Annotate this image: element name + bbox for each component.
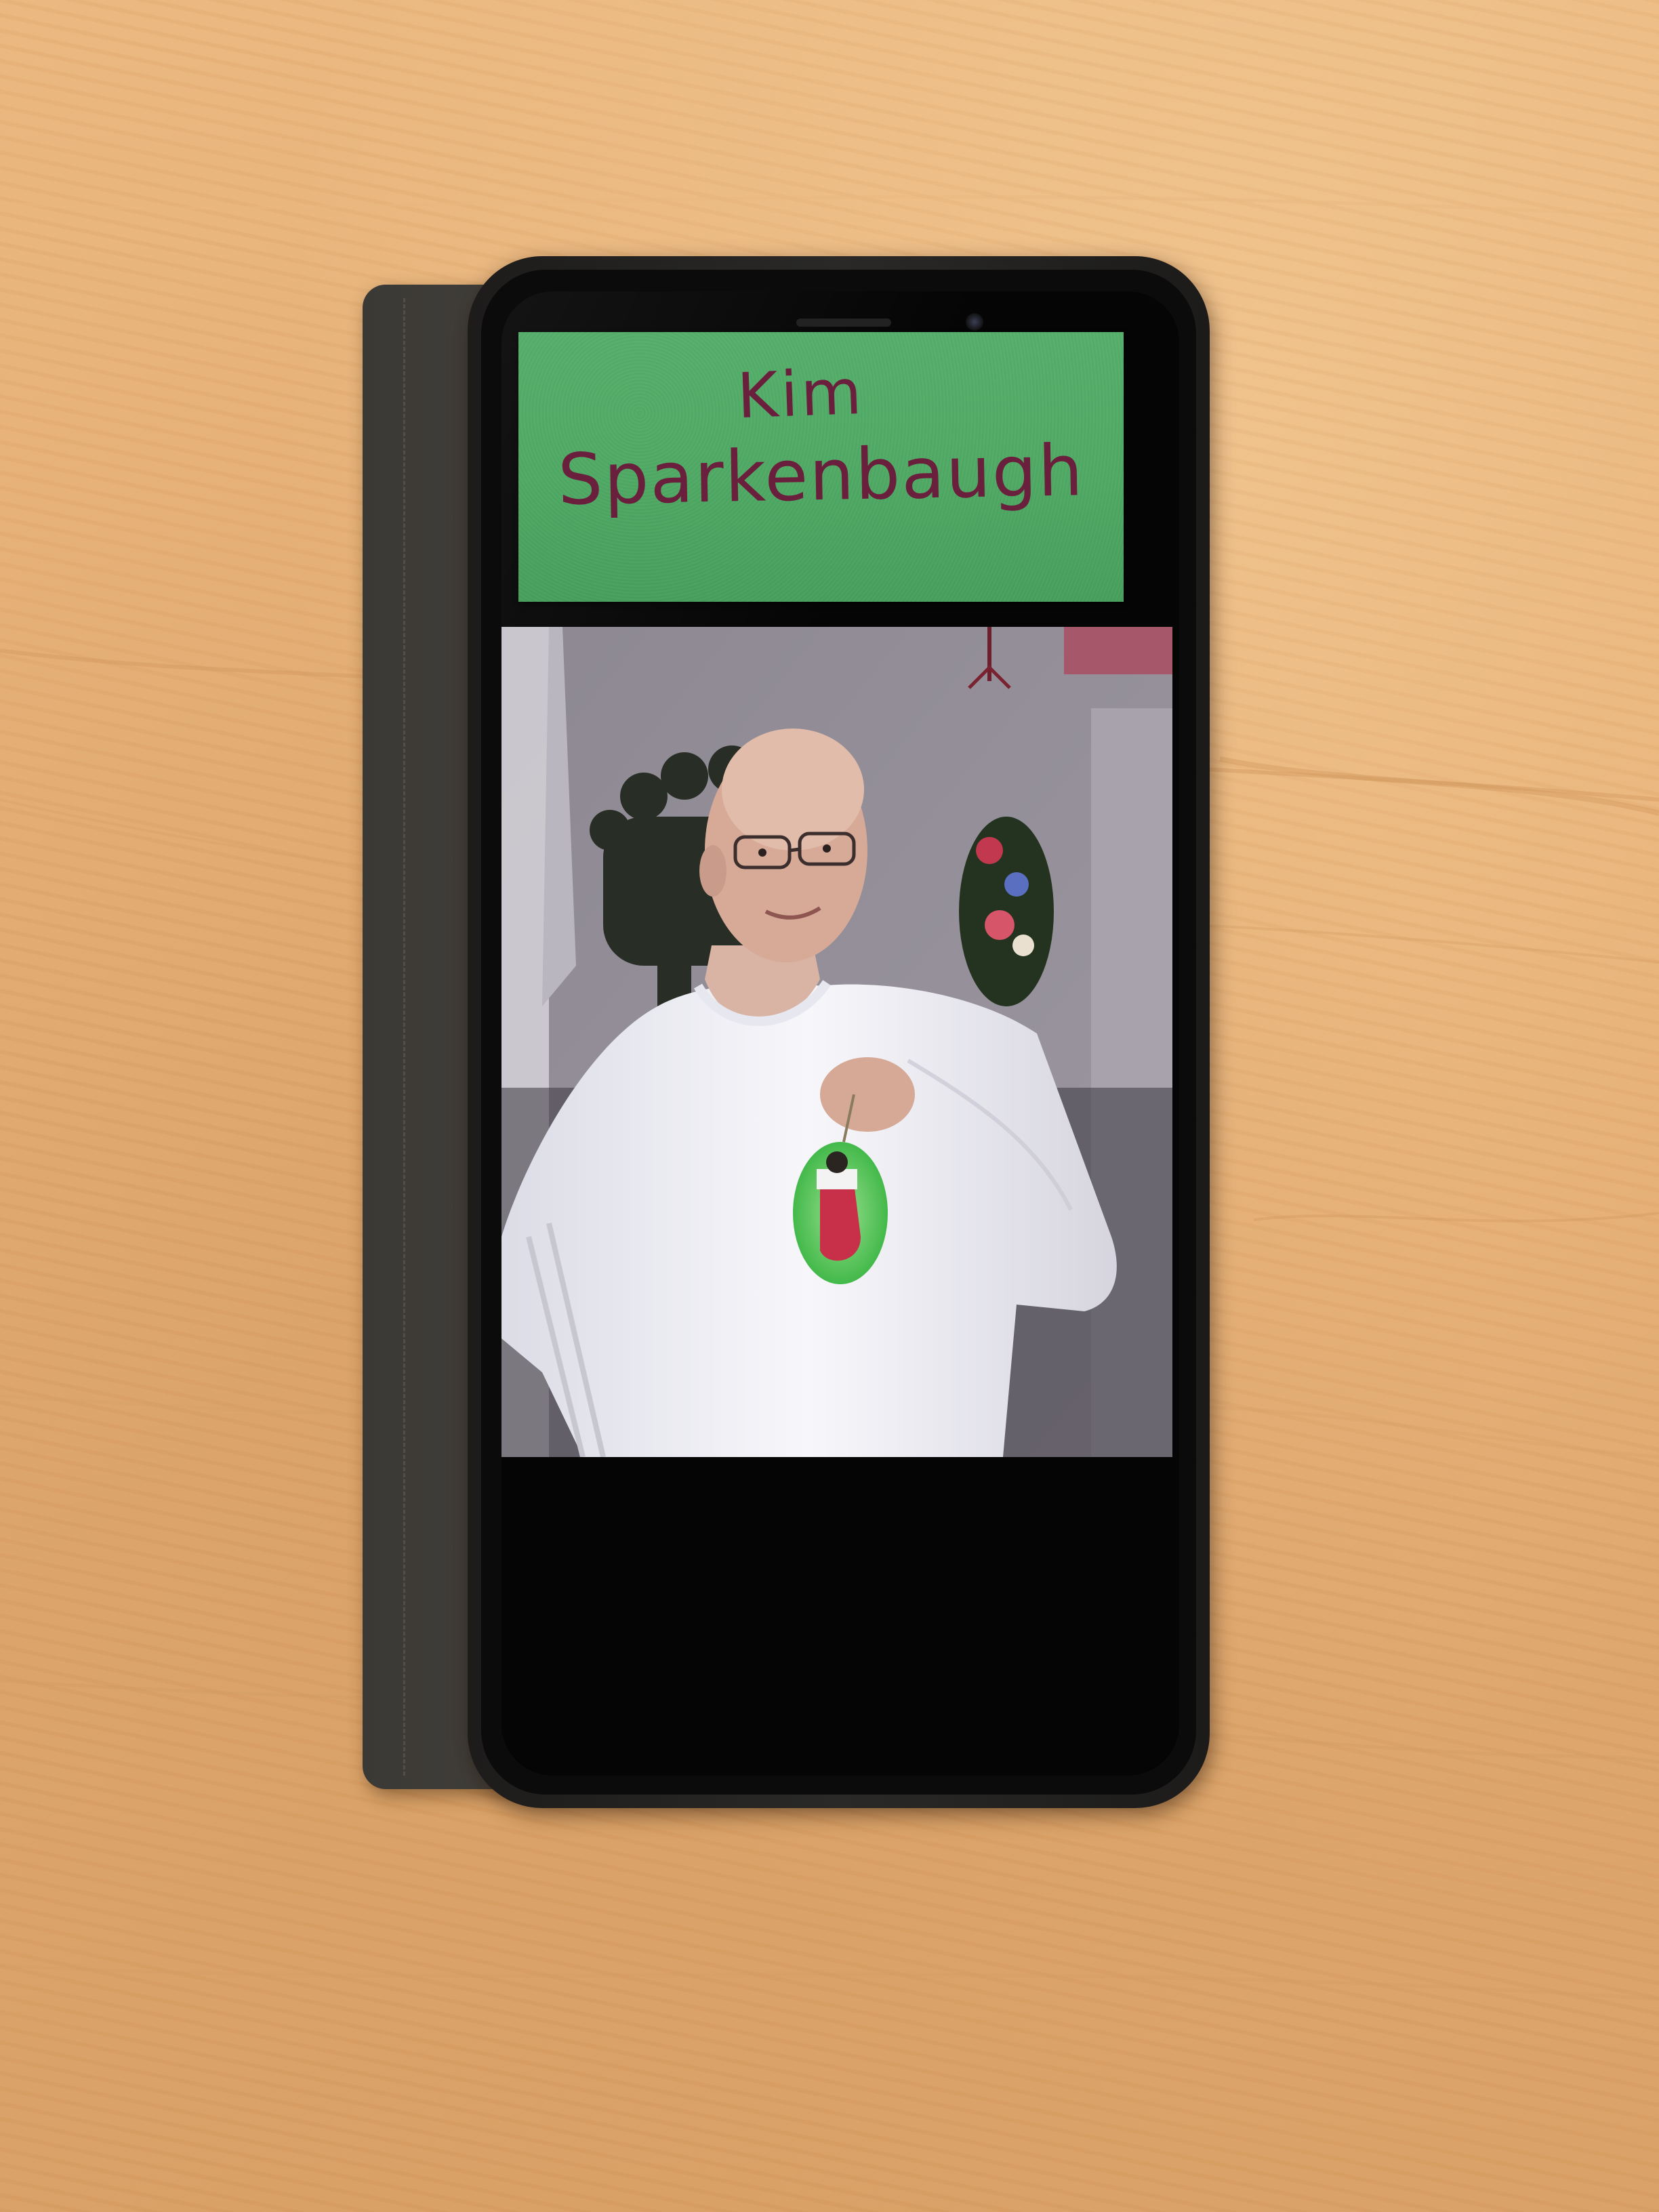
photo-illustration (501, 627, 1172, 1457)
earpiece-speaker (796, 319, 891, 327)
first-name: Kim (735, 355, 866, 433)
last-name: Sparkenbaugh (557, 429, 1085, 521)
person-photo (501, 627, 1172, 1457)
name-tag: Kim Sparkenbaugh (518, 332, 1124, 602)
front-camera-icon (966, 313, 983, 331)
wallet-stitching (376, 298, 405, 1776)
